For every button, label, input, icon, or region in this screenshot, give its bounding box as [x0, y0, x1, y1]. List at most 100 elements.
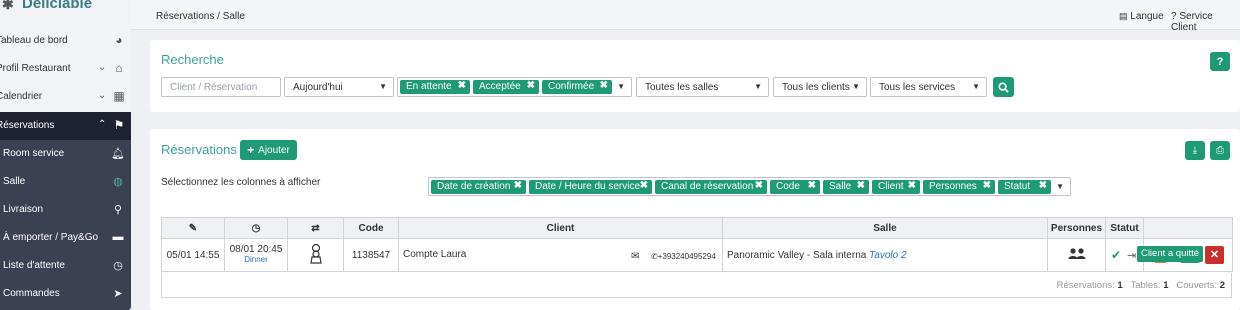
column-header-code[interactable]: Code	[343, 217, 399, 239]
brand-logo[interactable]: ✱ Deliciable	[0, 0, 131, 16]
sidebar-item-calendar[interactable]: Calendrier ⌄ ▦	[0, 83, 131, 111]
remove-tag-icon[interactable]: ✖	[857, 180, 865, 191]
services-select[interactable]: Tous les services ▼	[870, 77, 987, 97]
sidebar-item-label: Calendrier	[0, 91, 43, 102]
sidebar-item-profile[interactable]: Profil Restaurant ⌄ ⌂	[0, 55, 131, 83]
search-button[interactable]	[993, 77, 1014, 97]
help-link[interactable]: ? Service Client	[1171, 11, 1240, 33]
remove-tag-icon[interactable]: ✖	[983, 180, 991, 191]
submenu-item-room-service[interactable]: Room service 🔔︎	[0, 140, 131, 168]
tag-label: Salle	[829, 181, 852, 192]
table-row[interactable]: 05/01 14:55 08/01 20:45 Dinner 1138547 C…	[161, 238, 1233, 272]
caret-down-icon: ▼	[1056, 182, 1064, 191]
sidebar-item-label: Tableau de bord	[0, 35, 68, 46]
sidebar-item-dashboard[interactable]: Tableau de bord ◕	[0, 27, 131, 55]
remove-tag-icon[interactable]: ✖	[527, 80, 535, 91]
exit-icon[interactable]: ⇥	[1127, 249, 1136, 262]
reservations-count: 1	[1117, 280, 1123, 291]
cell-persons	[1047, 238, 1106, 272]
column-tag[interactable]: Client ✖	[872, 180, 920, 194]
reservations-count-label: Réservations:	[1056, 280, 1115, 291]
remove-tag-icon[interactable]: ✖	[458, 80, 466, 91]
cell-code: 1138547	[343, 238, 399, 272]
remove-tag-icon[interactable]: ✖	[1039, 180, 1047, 191]
client-name[interactable]: Compte Laura	[403, 249, 466, 260]
column-header-actions	[1143, 217, 1233, 239]
cell-salle: Panoramic Valley - Sala interna Tavolo 2	[722, 238, 1048, 272]
remove-tag-icon[interactable]: ✖	[514, 180, 522, 191]
tag-label: Personnes	[929, 181, 977, 192]
sidebar-item-reservations[interactable]: Réservations ⌃ ⚑	[0, 112, 131, 140]
submenu-item-waiting-list[interactable]: Liste d'attente ◷	[0, 252, 131, 280]
clients-select[interactable]: Tous les clients ▼	[773, 77, 867, 97]
print-icon: ⎙	[1216, 145, 1224, 156]
status-tag-confirmed[interactable]: Confirmée ✖	[542, 80, 612, 94]
column-header-client[interactable]: Client	[398, 217, 723, 239]
submenu-item-orders[interactable]: Commandes ➤	[0, 280, 131, 308]
remove-tag-icon[interactable]: ✖	[755, 180, 763, 191]
remove-tag-icon[interactable]: ✖	[808, 180, 816, 191]
tag-label: Canal de réservation	[661, 181, 754, 192]
column-tag[interactable]: Salle ✖	[823, 180, 869, 194]
status-tag-accepted[interactable]: Acceptée ✖	[473, 80, 539, 94]
remove-tag-icon[interactable]: ✖	[908, 180, 916, 191]
client-phone[interactable]: ✆+393240495294	[651, 252, 716, 261]
salle-name: Panoramic Valley - Sala interna	[727, 250, 867, 261]
column-tag[interactable]: Personnes ✖	[923, 180, 995, 194]
columns-multiselect[interactable]: Date de création ✖ Date / Heure du servi…	[428, 177, 1071, 196]
reservations-submenu: Room service 🔔︎ Salle ◍ Livraison ⚲ À em…	[0, 140, 131, 310]
persons-icon	[1068, 247, 1085, 259]
column-tag[interactable]: Code ✖	[770, 180, 820, 194]
chevron-up-icon: ⌃	[98, 119, 107, 130]
envelope-icon[interactable]: ✉	[631, 251, 639, 262]
client-search-input[interactable]: Client / Réservation	[161, 77, 281, 97]
home-icon: ⌂	[115, 61, 123, 75]
service-name: Dinner	[244, 255, 268, 264]
table-stats: Réservations: 1 Tables: 1 Couverts: 2	[1057, 280, 1225, 291]
car-icon: ▬	[112, 231, 124, 243]
column-tag[interactable]: Date de création ✖	[431, 180, 526, 194]
salle-info: Panoramic Valley - Sala interna Tavolo 2	[727, 250, 907, 261]
sidebar-item-label: Réservations	[0, 120, 55, 131]
sidebar: ✱ Deliciable Tableau de bord ◕ Profil Re…	[0, 0, 131, 310]
help-button[interactable]: ?	[1210, 52, 1230, 71]
table-footer: Réservations: 1 Tables: 1 Couverts: 2	[161, 273, 1232, 298]
date-select[interactable]: Aujourd'hui ▼	[284, 77, 394, 97]
sidebar-item-label: Profil Restaurant	[0, 63, 71, 74]
column-header-created[interactable]: ✎	[161, 217, 225, 239]
column-header-salle[interactable]: Salle	[722, 217, 1048, 239]
column-header-persons[interactable]: Personnes	[1047, 217, 1106, 239]
column-tag[interactable]: Date / Heure du service ✖	[529, 180, 652, 194]
add-reservation-button[interactable]: + Ajouter	[240, 140, 297, 160]
print-button[interactable]: ⎙	[1210, 141, 1230, 160]
status-tag-pending[interactable]: En attente ✖	[400, 80, 470, 94]
column-header-status[interactable]: Statut	[1105, 217, 1144, 239]
pencil-icon: ✎	[188, 222, 198, 234]
tag-label: Code	[776, 181, 800, 192]
check-icon[interactable]: ✔	[1111, 248, 1121, 262]
bell-icon: 🔔︎	[111, 147, 125, 160]
submenu-item-salle[interactable]: Salle ◍	[0, 168, 131, 196]
calendar-icon: ▦	[113, 89, 125, 103]
submenu-item-emporter[interactable]: À emporter / Pay&Go ▬	[0, 224, 131, 252]
submenu-item-livraison[interactable]: Livraison ⚲	[0, 196, 131, 224]
remove-tag-icon[interactable]: ✖	[640, 180, 648, 191]
services-select-value: Tous les services	[879, 82, 956, 93]
column-tag[interactable]: Statut ✖	[998, 180, 1051, 194]
delete-button[interactable]: ✕	[1205, 246, 1224, 264]
columns-label: Sélectionnez les colonnes à afficher	[161, 177, 321, 188]
status-multiselect[interactable]: En attente ✖ Acceptée ✖ Confirmée ✖ ▼	[397, 77, 632, 97]
language-selector[interactable]: ▤ Langue	[1119, 11, 1164, 22]
covers-count: 2	[1219, 280, 1225, 291]
reservations-table: ✎ ◷ ⇄ Code Client Salle Personnes Statut…	[161, 217, 1233, 272]
column-tag[interactable]: Canal de réservation ✖	[655, 180, 767, 194]
logo-icon: ✱	[2, 0, 14, 12]
remove-tag-icon[interactable]: ✖	[600, 80, 608, 91]
column-header-channel[interactable]: ⇄	[287, 217, 344, 239]
table-link[interactable]: Tavolo 2	[869, 250, 906, 261]
send-icon: ➤	[113, 287, 123, 300]
tag-label: En attente	[406, 81, 452, 92]
column-header-service-time[interactable]: ◷	[224, 217, 288, 239]
rooms-select[interactable]: Toutes les salles ▼	[636, 77, 769, 97]
download-button[interactable]: ⤓	[1185, 141, 1205, 160]
